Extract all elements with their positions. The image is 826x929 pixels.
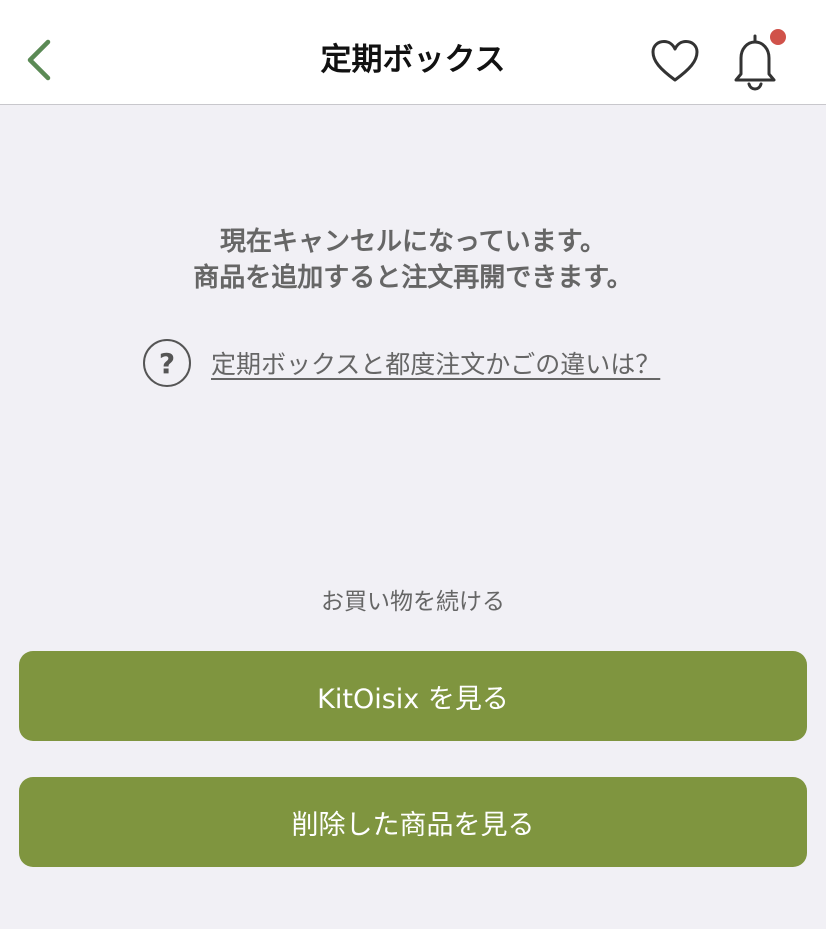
view-kitoisix-button[interactable]: KitOisix を見る bbox=[19, 651, 807, 741]
view-deleted-items-button[interactable]: 削除した商品を見る bbox=[19, 777, 807, 867]
status-line-2: 商品を追加すると注文再開できます。 bbox=[193, 263, 633, 293]
continue-shopping-label: お買い物を続ける bbox=[321, 589, 505, 615]
cancel-status-message: 現在キャンセルになっています。 商品を追加すると注文再開できます。 bbox=[0, 224, 826, 296]
question-circle-icon: ? bbox=[143, 339, 191, 387]
help-link-row[interactable]: ? 定期ボックスと都度注文かごの違いは？ bbox=[143, 337, 660, 389]
status-line-1: 現在キャンセルになっています。 bbox=[219, 227, 607, 257]
favorites-button[interactable] bbox=[646, 34, 704, 88]
notification-badge bbox=[770, 29, 786, 45]
app-header: 定期ボックス bbox=[0, 0, 826, 105]
heart-icon bbox=[651, 40, 699, 82]
notifications-button[interactable] bbox=[727, 28, 787, 91]
help-link[interactable]: 定期ボックスと都度注文かごの違いは？ bbox=[211, 345, 660, 381]
